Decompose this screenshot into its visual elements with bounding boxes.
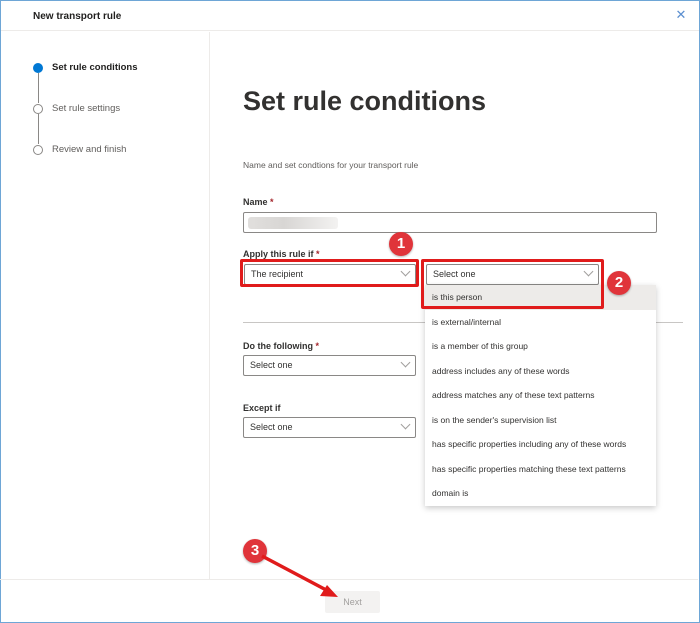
- required-marker: *: [270, 197, 274, 207]
- dropdown-option[interactable]: has specific properties matching these t…: [425, 457, 656, 482]
- name-label: Name *: [243, 197, 274, 207]
- dropdown-option[interactable]: address includes any of these words: [425, 359, 656, 384]
- annotation-badge-2: 2: [607, 271, 631, 295]
- wizard-steps: Set rule conditions Set rule settings Re…: [1, 32, 210, 580]
- step-review-and-finish[interactable]: Review and finish: [33, 144, 126, 155]
- page-title: Set rule conditions: [243, 86, 487, 116]
- required-marker: *: [316, 249, 320, 259]
- chevron-down-icon: [400, 419, 411, 430]
- except-if-select[interactable]: Select one: [243, 417, 416, 438]
- step-current-icon: [33, 62, 43, 73]
- dropdown-option[interactable]: domain is: [425, 481, 656, 506]
- step-label: Review and finish: [52, 144, 127, 155]
- name-input[interactable]: [243, 212, 657, 233]
- step-set-rule-conditions[interactable]: Set rule conditions: [33, 62, 138, 73]
- dropdown-option[interactable]: address matches any of these text patter…: [425, 383, 656, 408]
- step-connector: [37, 73, 39, 103]
- except-if-label: Except if: [243, 403, 281, 413]
- step-set-rule-settings[interactable]: Set rule settings: [33, 103, 120, 114]
- dropdown-option[interactable]: is on the sender's supervision list: [425, 408, 656, 433]
- annotation-badge-1: 1: [389, 232, 413, 256]
- annotation-badge-3: 3: [243, 539, 267, 563]
- chevron-down-icon: [400, 357, 411, 368]
- redacted-value: [248, 217, 338, 229]
- close-icon[interactable]: ✕: [675, 8, 687, 21]
- apply-rule-label: Apply this rule if *: [243, 249, 320, 259]
- footer-divider: [0, 579, 698, 580]
- required-marker: *: [315, 341, 320, 351]
- page-description: Name and set condtions for your transpor…: [243, 160, 419, 170]
- dropdown-option[interactable]: has specific properties including any of…: [425, 432, 656, 457]
- step-pending-icon: [33, 103, 43, 114]
- step-label: Set rule conditions: [52, 62, 138, 73]
- condition-dropdown-list: is this person is external/internal is a…: [425, 285, 656, 506]
- step-connector: [37, 114, 39, 144]
- do-following-select[interactable]: Select one: [243, 355, 416, 376]
- step-label: Set rule settings: [52, 103, 121, 114]
- do-following-label: Do the following *: [243, 341, 320, 351]
- annotation-highlight-condition-dropdown: [421, 259, 604, 309]
- dialog-title: New transport rule: [33, 11, 122, 22]
- dropdown-option[interactable]: is a member of this group: [425, 334, 656, 359]
- annotation-highlight-apply-select: [240, 259, 419, 287]
- dialog-header: New transport rule ✕: [1, 1, 699, 31]
- dropdown-option[interactable]: is external/internal: [425, 310, 656, 335]
- next-button[interactable]: Next: [325, 591, 380, 613]
- step-pending-icon: [33, 144, 43, 155]
